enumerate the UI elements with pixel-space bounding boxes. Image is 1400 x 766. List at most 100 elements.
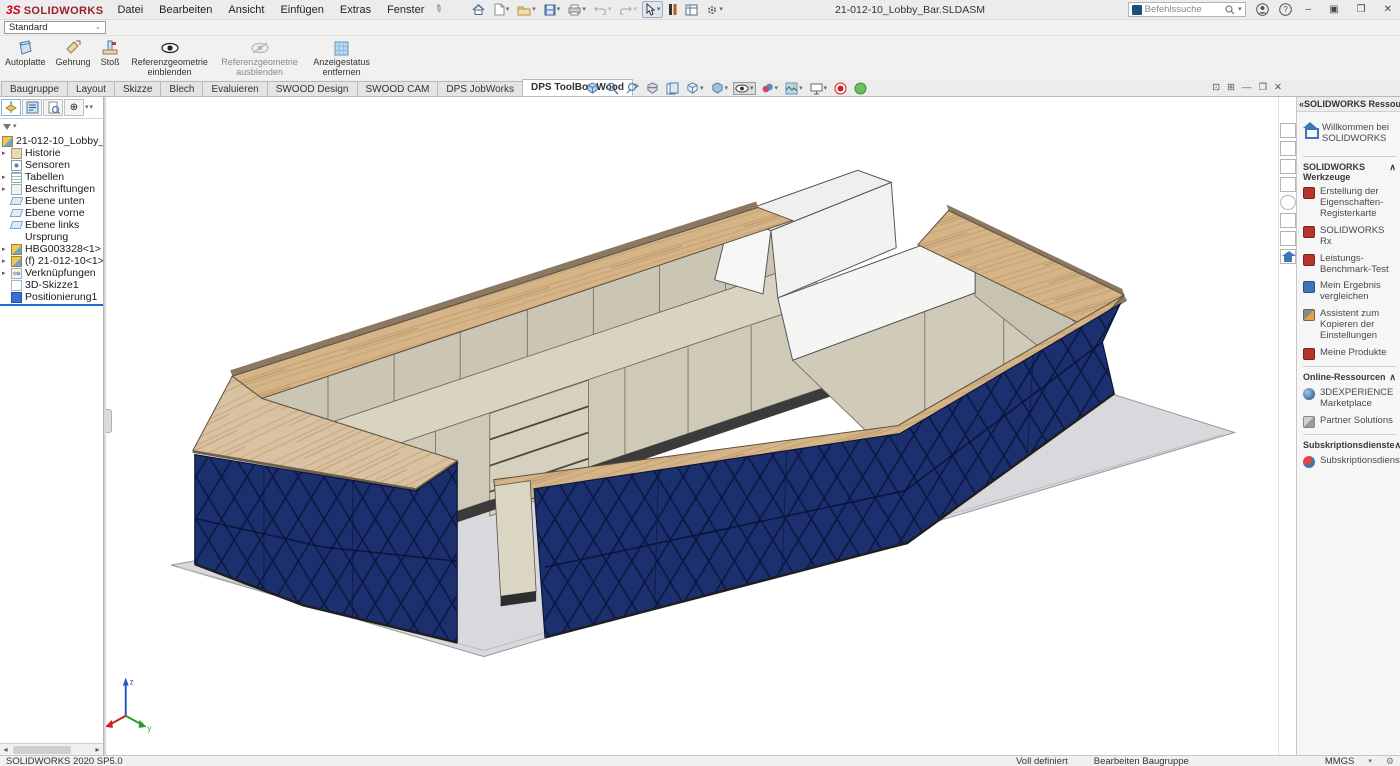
collapse-chevron-icon[interactable]: ∧ (1395, 440, 1400, 451)
configuration-manager-icon[interactable] (43, 99, 63, 116)
taskpane-rail-icon[interactable] (1280, 213, 1296, 228)
viewport-minimize-icon[interactable]: — (1242, 82, 1252, 93)
command-tab[interactable]: Skizze (114, 81, 161, 96)
toolbar-style-dropdown[interactable]: Standard ⌄ (4, 21, 106, 34)
property-manager-icon[interactable] (22, 99, 42, 116)
menu-item[interactable]: Extras (340, 4, 371, 16)
section-title[interactable]: Subskriptionsdienste∧ (1303, 440, 1396, 451)
tree-filter[interactable]: ▾ (0, 119, 103, 134)
command-tab[interactable]: SWOOD Design (267, 81, 358, 96)
zoom-area-icon[interactable] (604, 81, 621, 96)
tree-item[interactable]: ▸ Positionierung1 (0, 291, 103, 303)
view-settings-icon[interactable]: ▾ (808, 82, 830, 96)
scroll-thumb[interactable] (13, 746, 71, 754)
taskpane-link[interactable]: Erstellung der Eigenschaften-Registerkar… (1303, 187, 1396, 220)
close-icon[interactable]: ✕ (1380, 4, 1396, 15)
viewport-close-icon[interactable]: ✕ (1274, 82, 1282, 93)
feature-tree-icon[interactable] (1, 99, 21, 116)
fm-tab-caret-icon[interactable]: ▾ (85, 104, 89, 111)
apply-scene-icon[interactable]: ▾ (783, 81, 805, 96)
taskpane-link[interactable]: SOLIDWORKS Rx (1303, 226, 1396, 248)
autoplatte-button[interactable]: Autoplatte (2, 38, 49, 69)
redo-icon[interactable]: ▾ (616, 2, 640, 17)
command-tab[interactable]: Layout (67, 81, 115, 96)
zoom-fit-icon[interactable] (584, 81, 601, 96)
record-icon[interactable] (832, 81, 849, 96)
status-green-icon[interactable] (852, 81, 869, 96)
expand-arrow-icon[interactable]: ▸ (2, 185, 9, 193)
select-cursor-icon[interactable]: ▾ (642, 1, 664, 18)
pin-icon[interactable]: ✎ (432, 3, 445, 17)
expand-arrow-icon[interactable]: ▸ (2, 173, 9, 181)
previous-view-icon[interactable] (624, 81, 641, 96)
section-title[interactable]: SOLIDWORKS Werkzeuge∧ (1303, 162, 1396, 182)
taskpane-header[interactable]: «SOLIDWORKS Ressourc... ⚙ ✎ (1297, 97, 1400, 112)
expand-arrow-icon[interactable]: ▸ (2, 245, 9, 253)
fm-tab-overflow-icon[interactable]: ▾ (90, 104, 94, 111)
dynamic-annotation-icon[interactable] (664, 81, 681, 96)
view-orientation-icon[interactable]: ▾ (684, 81, 706, 96)
viewport-tile-icon[interactable]: ⊞ (1227, 82, 1235, 93)
stoss-button[interactable]: Stoß (98, 38, 123, 69)
units-selector[interactable]: MMGS (1325, 756, 1355, 766)
command-tab[interactable]: Evaluieren (202, 81, 267, 96)
taskpane-rail-icon[interactable] (1280, 249, 1296, 264)
hide-reference-geometry-button[interactable]: Referenzgeometrie ausblenden (217, 38, 303, 79)
units-caret-icon[interactable]: ▾ (1368, 758, 1372, 765)
command-tab[interactable]: Baugruppe (1, 81, 68, 96)
tree-item[interactable]: ▸ Historie (0, 147, 103, 159)
magnifier-icon[interactable] (1225, 5, 1235, 15)
taskpane-link[interactable]: Subskriptionsdienste (1303, 456, 1396, 468)
welcome-link[interactable]: Willkommen bei SOLIDWORKS (1303, 122, 1396, 144)
options-toggle-icon[interactable] (665, 1, 680, 18)
expand-arrow-icon[interactable]: ▸ (2, 269, 9, 277)
edit-appearance-icon[interactable]: ▾ (759, 81, 781, 96)
taskpane-link[interactable]: Assistent zum Kopieren der Einstellungen (1303, 309, 1396, 342)
taskpane-link[interactable]: Mein Ergebnis vergleichen (1303, 281, 1396, 303)
save-icon[interactable]: ▾ (541, 2, 564, 18)
collapse-chevron-icon[interactable]: ∧ (1389, 162, 1396, 182)
taskpane-rail-icon[interactable] (1280, 177, 1296, 192)
scroll-left-icon[interactable]: ◂ (0, 745, 11, 754)
splitter-handle[interactable] (106, 409, 112, 433)
minimize-icon[interactable]: – (1302, 4, 1316, 15)
expand-arrow-icon[interactable]: ▸ (2, 149, 9, 157)
gehrung-button[interactable]: Gehrung (53, 38, 94, 69)
search-dropdown-icon[interactable]: ▾ (1238, 6, 1242, 13)
tree-item[interactable]: ▸ 21-012-10_Lobby_Bar (Standar (0, 135, 103, 147)
tree-item[interactable]: ▸ Ursprung (0, 231, 103, 243)
tree-item[interactable]: ▸ HBG003328<1> (Konstruk (0, 243, 103, 255)
status-gear-icon[interactable]: ⚙ (1386, 756, 1394, 766)
task-pane-icon[interactable] (682, 2, 701, 18)
home-icon[interactable] (469, 1, 488, 18)
undo-icon[interactable]: ▾ (591, 2, 615, 17)
tree-item[interactable]: ▸ Beschriftungen (0, 183, 103, 195)
viewport-cascade-icon[interactable]: ❐ (1259, 82, 1268, 93)
settings-gear-icon[interactable]: ▾ (703, 2, 726, 18)
section-title[interactable]: Online-Ressourcen∧ (1303, 372, 1396, 383)
tree-item[interactable]: ▸ Ebene links (0, 219, 103, 231)
command-tab[interactable]: DPS JobWorks (437, 81, 523, 96)
tree-item[interactable]: ▸ (f) 21-012-10<1> (Standar (0, 255, 103, 267)
taskpane-link[interactable]: Partner Solutions (1303, 416, 1396, 428)
tree-scrollbar[interactable]: ◂ ▸ (0, 743, 103, 755)
display-style-icon[interactable]: ▾ (709, 81, 731, 96)
tree-item[interactable]: ▸ Tabellen (0, 171, 103, 183)
tree-item[interactable]: ▸ Sensoren (0, 159, 103, 171)
taskpane-rail-icon[interactable] (1280, 195, 1296, 210)
menu-item[interactable]: Ansicht (228, 4, 264, 16)
command-tab[interactable]: Blech (160, 81, 203, 96)
expand-arrow-icon[interactable]: ▸ (2, 257, 9, 265)
new-document-icon[interactable]: ▾ (490, 1, 513, 18)
collapse-chevron-icon[interactable]: ∧ (1389, 372, 1396, 383)
restore-icon[interactable]: ▣ (1325, 4, 1342, 15)
tree-item[interactable]: ▸ Ebene unten (0, 195, 103, 207)
taskpane-rail-icon[interactable] (1280, 123, 1296, 138)
search-input[interactable]: Befehlssuche (1145, 4, 1222, 15)
hide-show-items-icon[interactable]: ▾ (733, 82, 756, 95)
taskpane-rail-icon[interactable] (1280, 231, 1296, 246)
windows-icon[interactable]: ❐ (1353, 4, 1370, 15)
graphics-viewport[interactable]: z x y (106, 97, 1278, 755)
show-reference-geometry-button[interactable]: Referenzgeometrie einblenden (127, 38, 213, 79)
taskpane-link[interactable]: Leistungs-Benchmark-Test (1303, 254, 1396, 276)
